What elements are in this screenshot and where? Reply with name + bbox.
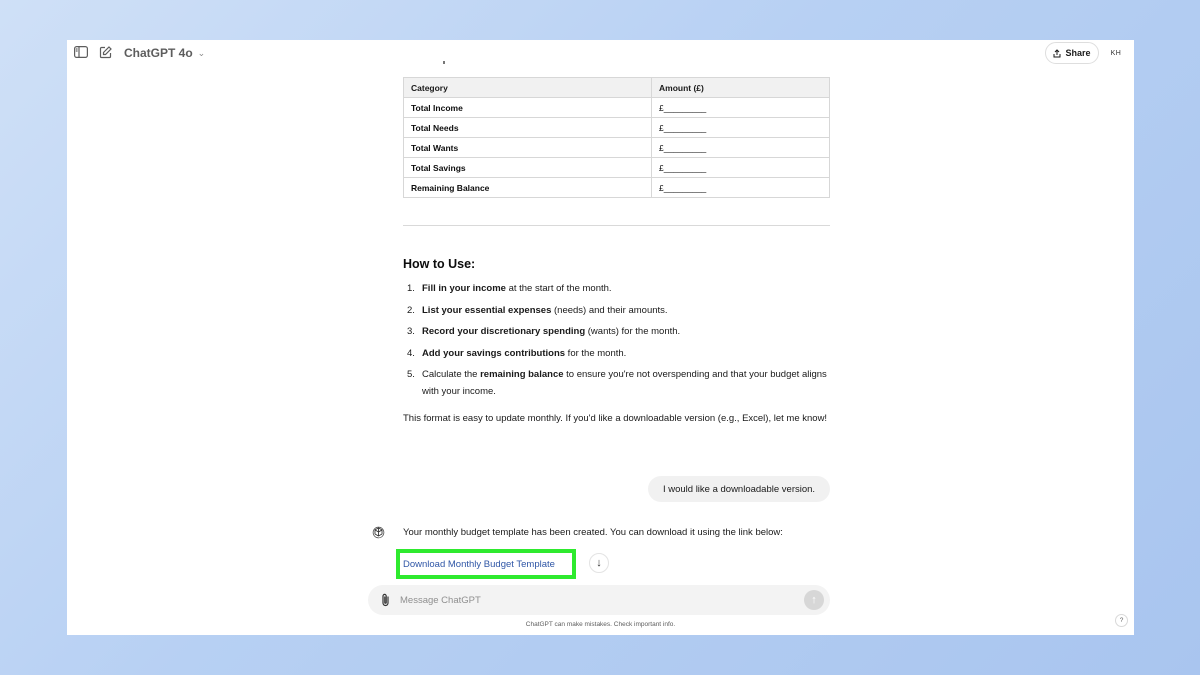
disclaimer-text: ChatGPT can make mistakes. Check importa… <box>525 621 676 628</box>
chatgpt-logo-icon <box>372 526 385 539</box>
section-divider <box>403 225 830 226</box>
cutoff-text-fragment <box>443 61 445 64</box>
download-template-link[interactable]: Download Monthly Budget Template <box>396 549 576 579</box>
share-icon <box>1053 48 1061 57</box>
step-bold-text: List your essential expenses <box>422 304 552 316</box>
how-to-steps-list: 1. Fill in your income at the start of t… <box>403 280 830 405</box>
table-row: Total Savings £_________ <box>403 157 830 178</box>
closing-paragraph: This format is easy to update monthly. I… <box>403 413 828 424</box>
arrow-down-icon: ↓ <box>596 557 602 569</box>
new-chat-icon[interactable] <box>97 44 113 60</box>
list-item: 4. Add your savings contributions for th… <box>403 345 830 362</box>
step-number: 3. <box>407 326 415 338</box>
user-message-bubble: I would like a downloadable version. <box>648 476 830 502</box>
table-row: Total Income £_________ <box>403 97 830 118</box>
table-cell-amount: £_________ <box>651 137 830 158</box>
share-label: Share <box>1065 48 1091 58</box>
step-number: 5. <box>407 369 415 381</box>
table-cell-category: Total Income <box>403 97 652 118</box>
budget-summary-table: Category Amount (£) Total Income £______… <box>403 77 830 198</box>
step-bold-text: remaining balance <box>480 369 564 381</box>
table-cell-category: Total Wants <box>403 137 652 158</box>
table-row: Remaining Balance £_________ <box>403 177 830 198</box>
step-bold-text: Fill in your income <box>422 283 506 294</box>
step-text-pre: Calculate the <box>422 369 481 381</box>
scroll-down-button[interactable]: ↓ <box>589 553 609 573</box>
list-item: 3. Record your discretionary spending (w… <box>403 323 830 340</box>
step-text: (wants) for the month. <box>585 326 681 338</box>
chat-window: ChatGPT 4o ⌄ Share KH Category Amount (£… <box>67 40 1134 635</box>
model-selector[interactable]: ChatGPT 4o ⌄ <box>124 46 205 60</box>
table-cell-category: Total Savings <box>403 157 652 178</box>
arrow-up-icon: ↑ <box>811 594 817 606</box>
top-bar: ChatGPT 4o ⌄ Share KH <box>67 40 1134 66</box>
list-item: 5. Calculate the remaining balance to en… <box>403 366 830 400</box>
table-cell-amount: £_________ <box>651 157 830 178</box>
column-header-amount: Amount (£) <box>651 77 830 98</box>
table-cell-amount: £_________ <box>651 177 830 198</box>
list-item: 1. Fill in your income at the start of t… <box>403 280 830 297</box>
step-text: (needs) and their amounts. <box>551 304 668 316</box>
table-row: Total Needs £_________ <box>403 117 830 138</box>
help-button[interactable]: ? <box>1115 614 1128 627</box>
how-to-heading: How to Use: <box>403 257 476 271</box>
step-number: 4. <box>407 347 415 359</box>
send-button[interactable]: ↑ <box>804 590 824 610</box>
sidebar-toggle-icon[interactable] <box>73 44 89 60</box>
step-text: for the month. <box>565 347 627 359</box>
message-input[interactable] <box>400 592 780 608</box>
table-cell-category: Remaining Balance <box>403 177 652 198</box>
paperclip-icon[interactable] <box>378 592 392 608</box>
table-cell-category: Total Needs <box>403 117 652 138</box>
step-text: at the start of the month. <box>505 283 612 294</box>
share-button[interactable]: Share <box>1045 42 1099 64</box>
step-bold-text: Add your savings contributions <box>422 347 566 359</box>
avatar[interactable]: KH <box>1105 46 1127 60</box>
list-item: 2. List your essential expenses (needs) … <box>403 302 830 319</box>
step-bold-text: Record your discretionary spending <box>422 326 586 338</box>
column-header-category: Category <box>403 77 652 98</box>
table-header-row: Category Amount (£) <box>403 77 830 98</box>
table-row: Total Wants £_________ <box>403 137 830 158</box>
table-cell-amount: £_________ <box>651 97 830 118</box>
step-number: 2. <box>407 304 415 316</box>
step-number: 1. <box>407 283 415 294</box>
model-name: ChatGPT 4o <box>124 46 193 60</box>
assistant-reply-text: Your monthly budget template has been cr… <box>403 527 783 538</box>
table-cell-amount: £_________ <box>651 117 830 138</box>
message-composer: ↑ <box>368 585 830 615</box>
chevron-down-icon: ⌄ <box>197 47 206 58</box>
